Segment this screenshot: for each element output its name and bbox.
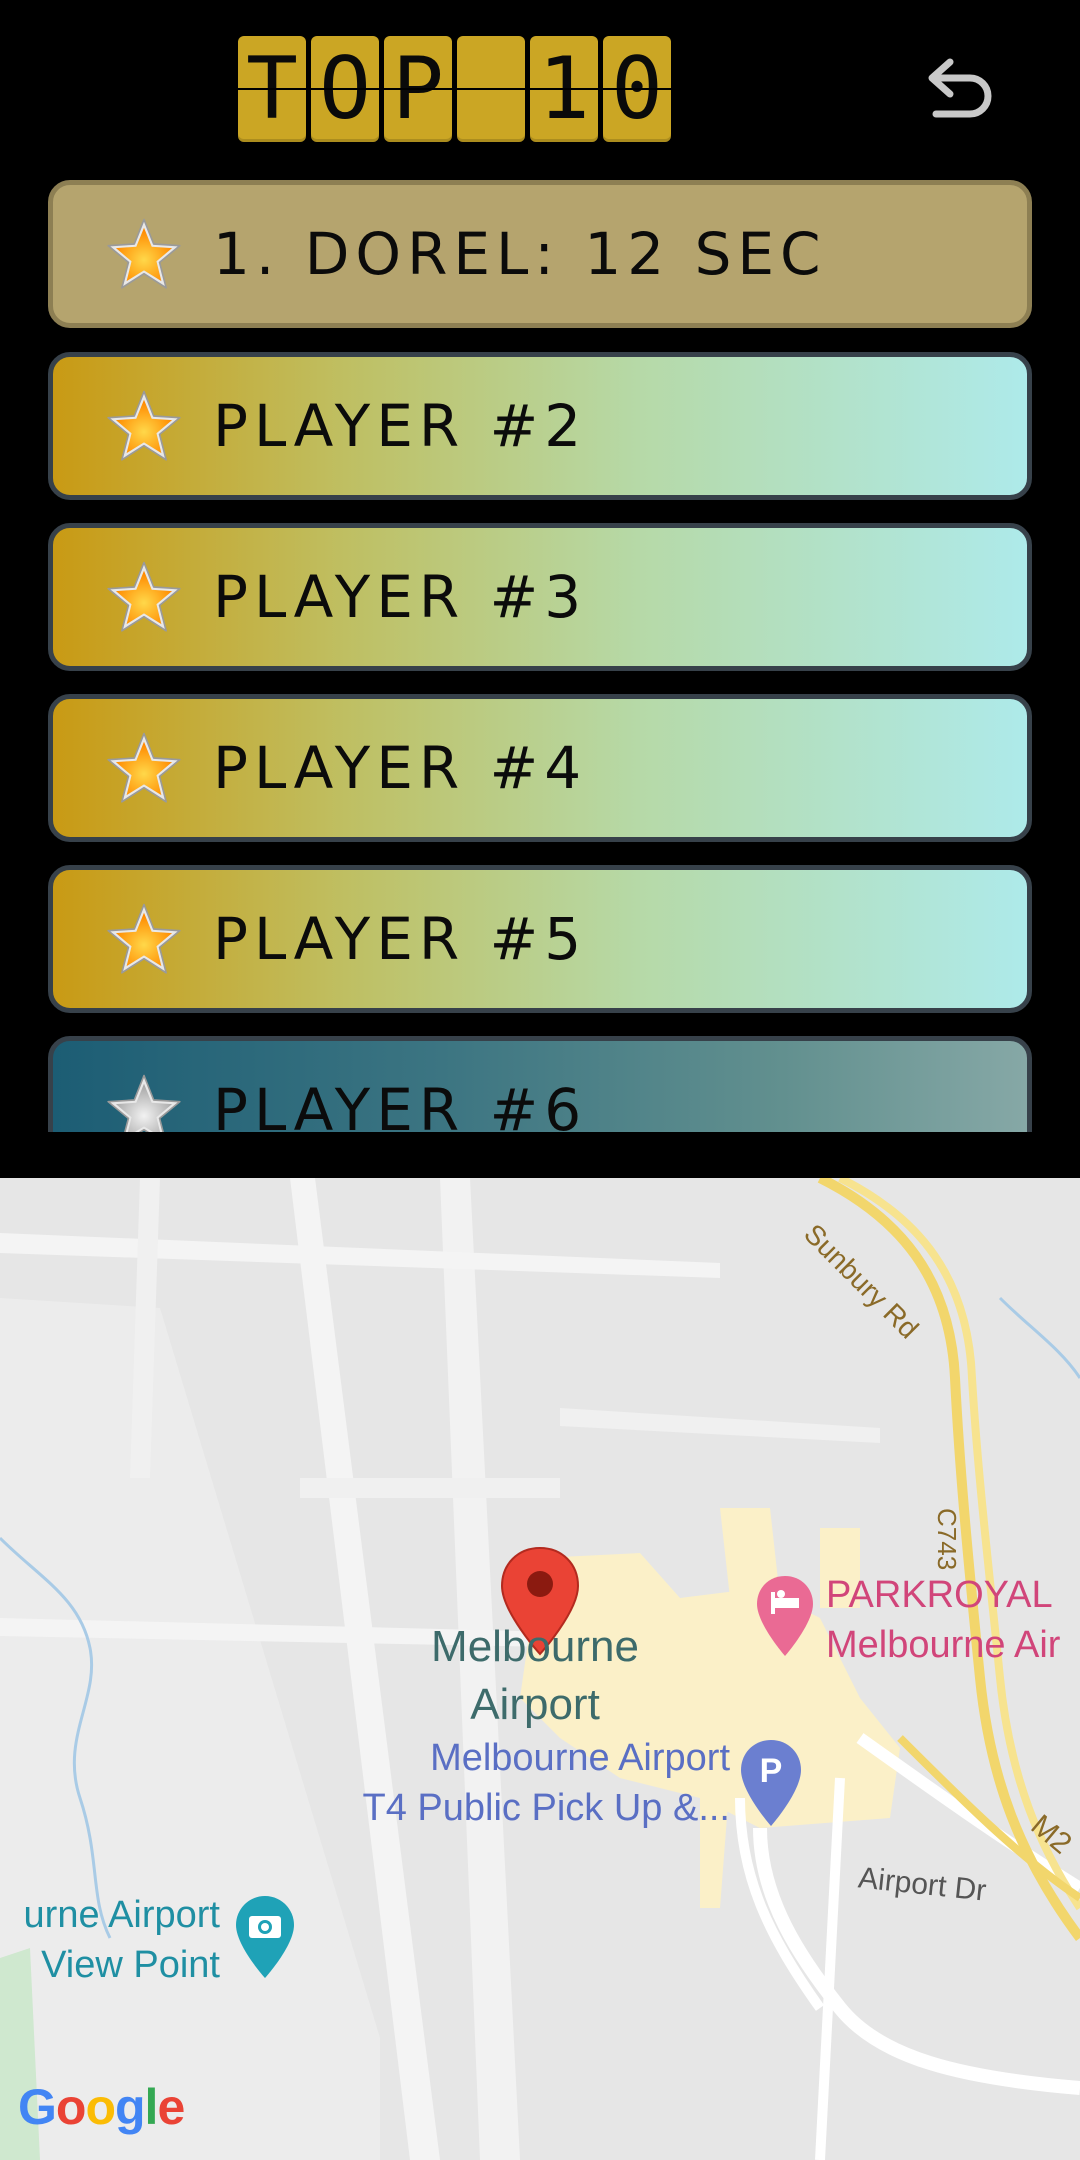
hotel-icon[interactable]	[755, 1574, 815, 1658]
viewpoint-line2: View Point	[41, 1944, 220, 1986]
title-tile: 1	[530, 36, 598, 142]
google-logo-l: l	[144, 2079, 159, 2135]
back-button[interactable]	[924, 52, 996, 124]
score-row-3[interactable]: PLAYER #3	[48, 523, 1032, 671]
title-tile	[457, 36, 525, 142]
score-label: PLAYER #4	[213, 734, 588, 802]
pickup-label: Melbourne Airport T4 Public Pick Up &...	[310, 1733, 730, 1833]
google-logo-e: e	[157, 2079, 185, 2135]
google-logo-g2: g	[115, 2079, 146, 2135]
title-tile: O	[311, 36, 379, 142]
leaderboard-list[interactable]: 1. DOREL: 12 SEC PLAYER #2 PLAYER #3 PLA…	[48, 180, 1032, 1132]
viewpoint-label: urne Airport View Point	[0, 1890, 220, 1990]
star-silver-icon	[107, 1074, 181, 1132]
score-label: PLAYER #3	[213, 563, 588, 631]
parkroyal-label: PARKROYAL Melbourne Air	[826, 1570, 1060, 1670]
google-logo-o1: o	[55, 2079, 87, 2135]
top-10-title: T O P 1 0	[238, 36, 671, 146]
melbourne-airport-label: Melbourne Airport	[400, 1618, 670, 1734]
score-row-1[interactable]: 1. DOREL: 12 SEC	[48, 180, 1032, 328]
score-row-5[interactable]: PLAYER #5	[48, 865, 1032, 1013]
header: T O P 1 0	[0, 0, 1080, 170]
score-row-2[interactable]: PLAYER #2	[48, 352, 1032, 500]
svg-text:P: P	[760, 1752, 783, 1790]
pickup-line2: T4 Public Pick Up &...	[362, 1787, 730, 1829]
star-gold-icon	[107, 390, 181, 461]
title-tile: T	[238, 36, 306, 142]
airport-name-line2: Airport	[470, 1680, 600, 1729]
score-row-4[interactable]: PLAYER #4	[48, 694, 1032, 842]
score-row-6[interactable]: PLAYER #6	[48, 1036, 1032, 1132]
airport-name-line1: Melbourne	[431, 1622, 639, 1671]
star-gold-icon	[107, 732, 181, 803]
title-tile: P	[384, 36, 452, 142]
star-gold-icon	[107, 561, 181, 632]
parking-icon[interactable]: P	[739, 1738, 803, 1828]
score-label: PLAYER #6	[213, 1076, 588, 1132]
map-view[interactable]: Sunbury Rd C743 Melbourne Airport Melbou…	[0, 1178, 1080, 2160]
viewpoint-line1: urne Airport	[23, 1894, 220, 1936]
parkroyal-line2: Melbourne Air	[826, 1624, 1061, 1666]
google-logo-o2: o	[85, 2079, 116, 2135]
camera-icon[interactable]	[234, 1894, 296, 1980]
star-gold-icon	[107, 903, 181, 974]
undo-arrow-icon	[928, 58, 992, 118]
road-code-label: C743	[932, 1508, 962, 1571]
score-label: PLAYER #2	[213, 392, 588, 460]
star-gold-icon	[107, 218, 181, 289]
pickup-line1: Melbourne Airport	[430, 1737, 730, 1779]
google-logo-g: G	[18, 2079, 57, 2135]
parkroyal-line1: PARKROYAL	[826, 1574, 1053, 1616]
title-tile: 0	[603, 36, 671, 142]
google-logo: Google	[18, 2078, 185, 2136]
score-label: 1. DOREL: 12 SEC	[213, 220, 827, 288]
score-label: PLAYER #5	[213, 905, 588, 973]
